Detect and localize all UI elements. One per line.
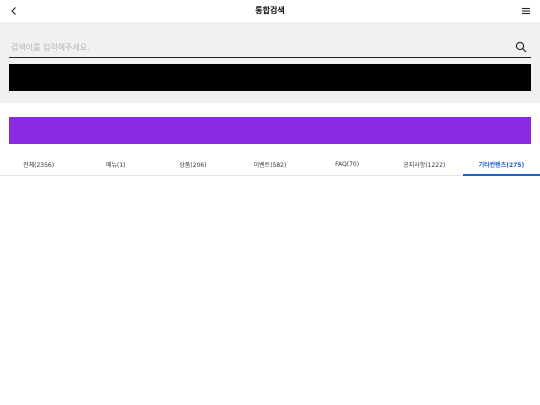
tab-other-contents[interactable]: 기타컨텐츠(275) [462,153,540,176]
top-bar: 통합검색 [0,0,540,22]
search-icon [515,41,527,53]
tab-products[interactable]: 상품(206) [154,153,231,175]
tab-events[interactable]: 이벤트(582) [231,153,308,175]
search-button[interactable] [513,39,529,55]
tab-notices[interactable]: 공지사항(1222) [386,153,463,175]
menu-button[interactable] [518,3,534,19]
search-area [0,22,540,103]
black-banner[interactable] [9,64,531,91]
search-result-tabs: 전체(2356) 메뉴(1) 상품(206) 이벤트(582) FAQ(70) … [0,153,540,176]
purple-banner[interactable] [9,117,531,144]
hamburger-menu-icon [522,7,530,15]
search-row [9,36,531,58]
tab-all[interactable]: 전체(2356) [0,153,77,175]
tab-menu[interactable]: 메뉴(1) [77,153,154,175]
search-input[interactable] [11,39,501,55]
page-title: 통합검색 [255,6,285,15]
tab-faq[interactable]: FAQ(70) [309,153,386,175]
